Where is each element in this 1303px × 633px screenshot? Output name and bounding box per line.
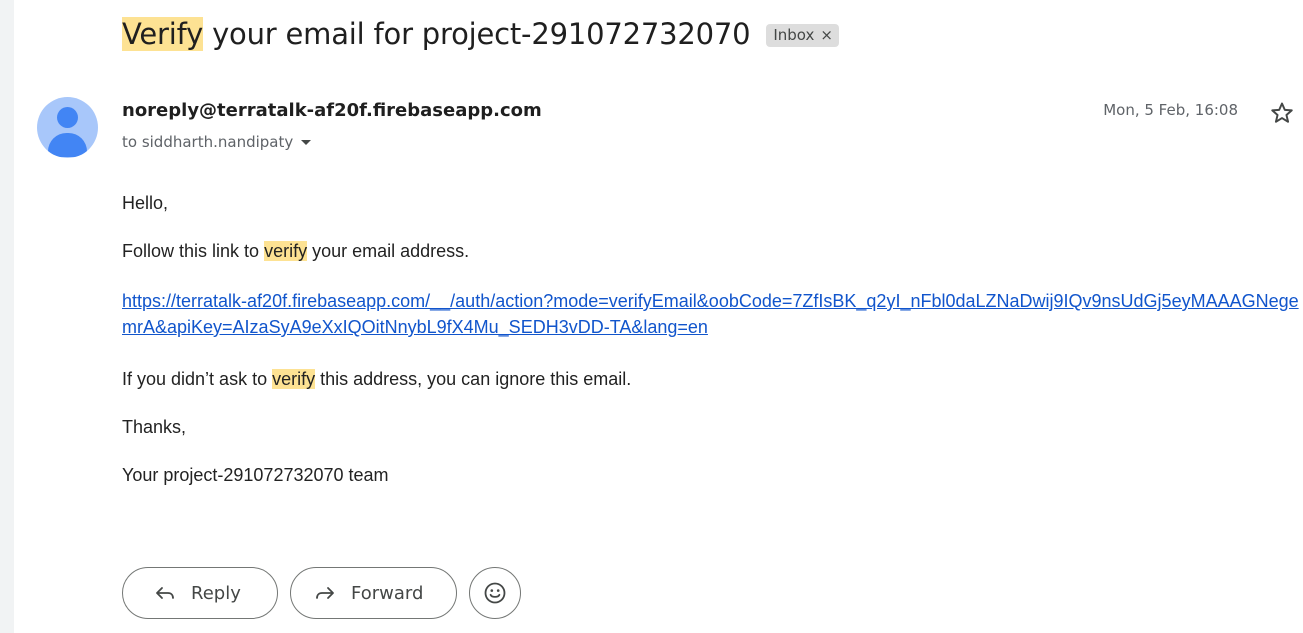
search-highlight: verify (272, 369, 316, 389)
message-actions: Reply Forward (122, 567, 521, 619)
instruction-text-start: Follow this link to (122, 241, 265, 261)
greeting-text: Hello, (122, 193, 169, 213)
search-highlight: verify (264, 241, 308, 261)
verification-link-paragraph: https://terratalk-af20f.firebaseapp.com/… (122, 288, 1303, 340)
signature-text: Your project-291072732070 team (122, 465, 389, 485)
emoji-reaction-button[interactable] (469, 567, 521, 619)
sender-avatar (37, 97, 98, 158)
inbox-label-chip: Inbox × (766, 23, 839, 47)
ignore-text: If you didn’t ask to verify this address… (122, 368, 631, 391)
subject-search-highlight: Verify (122, 17, 204, 51)
ignore-text-end: this address, you can ignore this email. (315, 369, 632, 389)
sender-email[interactable]: noreply@terratalk-af20f.firebaseapp.com (122, 100, 542, 121)
avatar-body-shape (48, 133, 87, 157)
recipient-text: to siddharth.nandipaty (122, 133, 294, 151)
subject-row: Verify your email for project-2910727320… (122, 12, 839, 56)
forward-label: Forward (351, 582, 424, 604)
forward-button[interactable]: Forward (290, 567, 457, 619)
star-icon[interactable] (1269, 100, 1295, 126)
show-details-caret-icon[interactable] (301, 139, 312, 145)
subject-text: your email for project-291072732070 (203, 17, 751, 51)
remove-label-icon[interactable]: × (820, 26, 833, 44)
reply-icon (156, 587, 174, 599)
smiley-emoji-icon (484, 582, 506, 604)
avatar-head-shape (57, 107, 78, 128)
ignore-text-start: If you didn’t ask to (122, 369, 273, 389)
forward-icon (316, 587, 334, 599)
verification-link[interactable]: https://terratalk-af20f.firebaseapp.com/… (122, 291, 1299, 337)
email-view: Verify your email for project-2910727320… (14, 0, 1303, 633)
email-date: Mon, 5 Feb, 16:08 (1103, 101, 1238, 119)
reply-label: Reply (191, 582, 241, 604)
thanks-text: Thanks, (122, 417, 187, 437)
instruction-text-end: your email address. (307, 241, 470, 261)
instruction-text: Follow this link to verify your email ad… (122, 240, 469, 263)
label-chip-text: Inbox (773, 25, 815, 44)
email-subject: Verify your email for project-2910727320… (122, 17, 751, 51)
reply-button[interactable]: Reply (122, 567, 278, 619)
recipient-line: to siddharth.nandipaty (122, 133, 312, 151)
